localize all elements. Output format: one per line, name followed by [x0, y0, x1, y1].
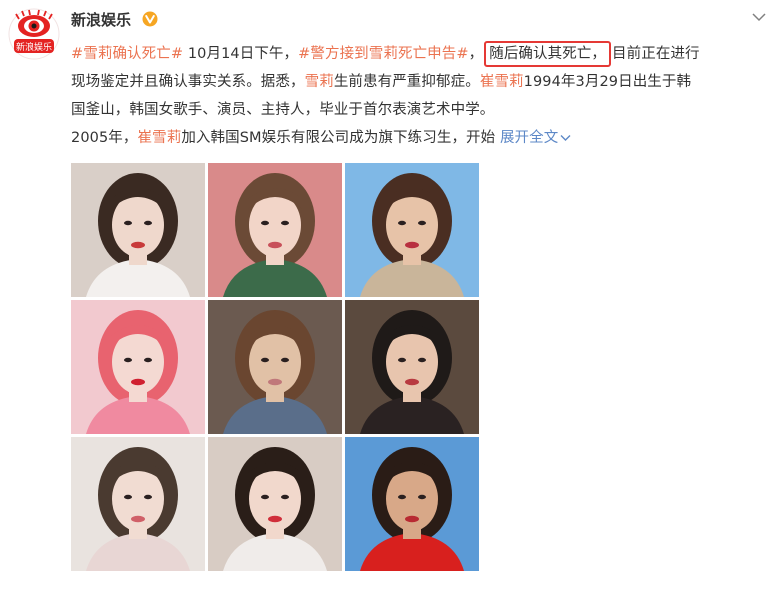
photo-thumbnail[interactable]	[208, 163, 342, 297]
post-text-span: 10月14日下午，	[183, 46, 299, 62]
post-line-1: #雪莉确认死亡# 10月14日下午，#警方接到雪莉死亡申告#， 随后确认其死亡，目…	[71, 40, 776, 68]
chevron-down-icon[interactable]	[752, 12, 766, 22]
author-name[interactable]: 新浪娱乐	[71, 9, 131, 31]
photo-thumbnail[interactable]	[345, 437, 479, 571]
post-text-span: 加入韩国SM娱乐有限公司成为旗下练习生，开始	[181, 130, 500, 146]
name-link[interactable]: 崔雪莉	[480, 74, 524, 90]
post-line-3: 国釜山，韩国女歌手、演员、主持人，毕业于首尔表演艺术中学。	[71, 96, 776, 124]
post-text-span: 生前患有严重抑郁症。	[333, 74, 480, 90]
post-text-span: 现场鉴定并且确认事实关系。据悉，	[71, 74, 305, 90]
verified-badge-icon	[142, 11, 158, 27]
photo-thumbnail[interactable]	[208, 300, 342, 434]
avatar-logo-text: 新浪娱乐	[16, 41, 52, 53]
photo-thumbnail[interactable]	[71, 163, 205, 297]
post-text-span: 2005年，	[71, 130, 138, 146]
post-text-span: ，	[468, 46, 484, 62]
hashtag-link[interactable]: #警方接到雪莉死亡申告#	[298, 46, 469, 62]
photo-thumbnail[interactable]	[208, 437, 342, 571]
photo-grid	[71, 163, 479, 571]
post-text: #雪莉确认死亡# 10月14日下午，#警方接到雪莉死亡申告#， 随后确认其死亡，目…	[71, 40, 776, 152]
photo-thumbnail[interactable]	[71, 300, 205, 434]
post-line-4: 2005年，崔雪莉加入韩国SM娱乐有限公司成为旗下练习生，开始 展开全文	[71, 124, 776, 152]
post-line-2: 现场鉴定并且确认事实关系。据悉，雪莉生前患有严重抑郁症。崔雪莉1994年3月29…	[71, 68, 776, 96]
avatar[interactable]: 新浪娱乐	[8, 8, 60, 60]
highlighted-text: 随后确认其死亡，	[484, 41, 612, 67]
photo-thumbnail[interactable]	[71, 437, 205, 571]
expand-label: 展开全文	[499, 130, 559, 146]
post-text-span: 国釜山，韩国女歌手、演员、主持人，毕业于首尔表演艺术中学。	[71, 102, 495, 118]
name-link[interactable]: 崔雪莉	[138, 130, 182, 146]
photo-thumbnail[interactable]	[345, 300, 479, 434]
expand-chevron-icon	[560, 135, 571, 141]
post-text-span: 目前正在进行	[612, 46, 700, 62]
photo-thumbnail[interactable]	[345, 163, 479, 297]
post-text-span: 1994年3月29日出生于韩	[523, 74, 692, 90]
expand-full-text-link[interactable]: 展开全文	[500, 130, 571, 146]
name-link[interactable]: 雪莉	[305, 74, 334, 90]
hashtag-link[interactable]: #雪莉确认死亡#	[71, 46, 183, 62]
